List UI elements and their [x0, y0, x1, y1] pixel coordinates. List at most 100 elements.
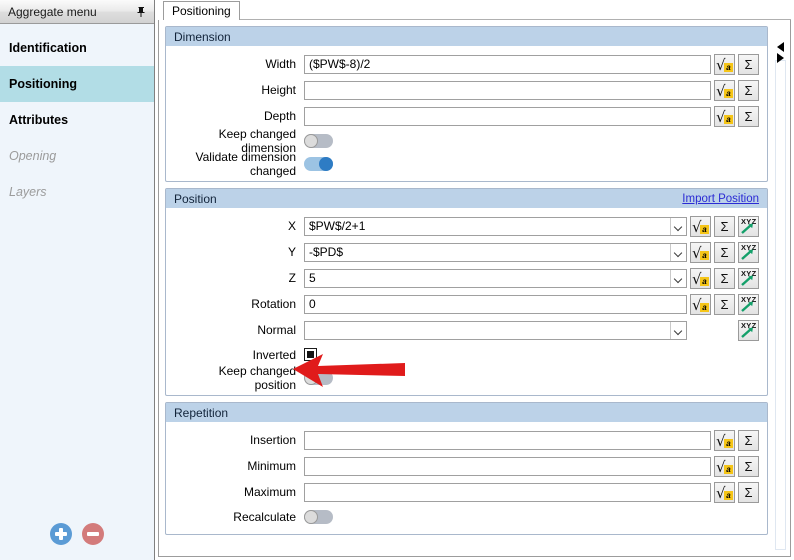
aggregate-properties-window: Aggregate menu Identification Positionin…: [0, 0, 794, 560]
formula-button[interactable]: √ a: [714, 481, 735, 503]
sum-button[interactable]: Σ: [738, 455, 759, 477]
height-input[interactable]: [304, 80, 711, 100]
add-button[interactable]: [50, 523, 72, 545]
dropdown-button[interactable]: [670, 243, 686, 261]
group-header-position: Position Import Position: [166, 189, 767, 208]
sigma-icon: Σ: [744, 108, 753, 124]
sum-button[interactable]: Σ: [738, 481, 759, 503]
normal-input[interactable]: [304, 320, 687, 340]
pick-coordinate-button[interactable]: XYZ: [738, 241, 759, 263]
toggle-row-keep-changed-position: Keep changed position: [174, 364, 759, 392]
formula-button[interactable]: √ a: [690, 215, 711, 237]
sum-button[interactable]: Σ: [738, 53, 759, 75]
tab-strip-filler: [239, 1, 791, 20]
sqrt-a-icon: √ a: [692, 245, 709, 260]
sidebar-item-attributes[interactable]: Attributes: [0, 102, 154, 138]
field-label: Y: [287, 245, 296, 259]
variable-a-badge: a: [700, 250, 709, 260]
sqrt-a-icon: √ a: [716, 459, 733, 474]
xyz-picker-icon: XYZ: [740, 217, 757, 234]
maximum-input[interactable]: [304, 482, 711, 502]
formula-button[interactable]: √ a: [690, 267, 711, 289]
formula-button[interactable]: √ a: [714, 105, 735, 127]
sidebar-item-list: Identification Positioning Attributes Op…: [0, 24, 154, 508]
sigma-icon: Σ: [720, 244, 729, 260]
x-input[interactable]: $PW$/2+1: [304, 216, 687, 236]
minus-icon: [87, 532, 99, 536]
dropdown-button[interactable]: [670, 321, 686, 339]
sigma-icon: Σ: [744, 82, 753, 98]
toggle-knob: [304, 509, 318, 524]
field-row-normal: Normal XYZ: [174, 317, 759, 343]
sidebar-item-label: Attributes: [9, 113, 69, 127]
green-arrow-icon: [741, 249, 753, 260]
green-arrow-icon: [741, 327, 753, 338]
pick-coordinate-button[interactable]: XYZ: [738, 319, 759, 341]
field-label: Normal: [257, 323, 296, 337]
keep-changed-position-toggle[interactable]: [304, 370, 333, 385]
toggle-row-validate-dimension-changed: Validate dimension changed: [174, 149, 759, 178]
sum-button[interactable]: Σ: [738, 105, 759, 127]
chevron-down-icon: [675, 328, 682, 332]
sidebar-item-identification[interactable]: Identification: [0, 30, 154, 66]
width-input[interactable]: ($PW$-8)/2: [304, 54, 711, 74]
checkbox-label: Inverted: [252, 347, 296, 362]
inverted-checkbox[interactable]: [304, 348, 317, 361]
sidebar-item-label: Opening: [9, 149, 57, 163]
vertical-scrollbar[interactable]: [775, 60, 786, 550]
y-input[interactable]: -$PD$: [304, 242, 687, 262]
chevron-right-icon: [776, 53, 784, 63]
formula-button[interactable]: √ a: [714, 79, 735, 101]
sum-button[interactable]: Σ: [714, 215, 735, 237]
formula-button[interactable]: √ a: [714, 455, 735, 477]
variable-a-badge: a: [724, 490, 733, 500]
variable-a-badge: a: [724, 114, 733, 124]
sum-button[interactable]: Σ: [738, 429, 759, 451]
sum-button[interactable]: Σ: [714, 267, 735, 289]
pick-coordinate-button[interactable]: XYZ: [738, 215, 759, 237]
minimum-input[interactable]: [304, 456, 711, 476]
variable-a-badge: a: [724, 438, 733, 448]
import-position-link[interactable]: Import Position: [682, 193, 759, 205]
keep-changed-dimension-toggle[interactable]: [304, 133, 333, 148]
sum-button[interactable]: Σ: [738, 79, 759, 101]
pick-coordinate-button[interactable]: XYZ: [738, 267, 759, 289]
z-input[interactable]: 5: [304, 268, 687, 288]
content-frame: Dimension Width ($PW$-8)/2 √ a Σ Height …: [158, 20, 791, 557]
collapse-expand-toggle[interactable]: [774, 42, 786, 63]
field-row-height: Height √ a Σ: [174, 77, 759, 103]
sqrt-a-icon: √ a: [716, 109, 733, 124]
pick-coordinate-button[interactable]: XYZ: [738, 293, 759, 315]
toggle-knob: [319, 156, 333, 171]
variable-a-badge: a: [724, 464, 733, 474]
variable-a-badge: a: [700, 224, 709, 234]
sidebar: Aggregate menu Identification Positionin…: [0, 0, 155, 560]
field-row-z: Z 5 √ a Σ XYZ: [174, 265, 759, 291]
insertion-input[interactable]: [304, 430, 711, 450]
green-arrow-icon: [741, 275, 753, 286]
field-row-insertion: Insertion √ a Σ: [174, 427, 759, 453]
remove-button[interactable]: [82, 523, 104, 545]
field-value: $PW$/2+1: [309, 219, 366, 233]
validate-dimension-changed-toggle[interactable]: [304, 156, 333, 171]
sidebar-item-positioning[interactable]: Positioning: [0, 66, 154, 102]
form-scroll-area: Dimension Width ($PW$-8)/2 √ a Σ Height …: [165, 26, 768, 552]
formula-button[interactable]: √ a: [714, 429, 735, 451]
sum-button[interactable]: Σ: [714, 241, 735, 263]
pin-icon[interactable]: [134, 5, 148, 19]
toggle-label: Validate dimension changed: [195, 149, 296, 178]
dropdown-button[interactable]: [670, 217, 686, 235]
formula-button[interactable]: √ a: [690, 293, 711, 315]
rotation-input[interactable]: 0: [304, 294, 687, 314]
dropdown-button[interactable]: [670, 269, 686, 287]
formula-button[interactable]: √ a: [714, 53, 735, 75]
formula-button[interactable]: √ a: [690, 241, 711, 263]
field-value: ($PW$-8)/2: [309, 57, 371, 71]
group-header-dimension: Dimension: [166, 27, 767, 46]
tab-positioning[interactable]: Positioning: [163, 1, 240, 20]
sidebar-item-label: Layers: [9, 185, 47, 199]
xyz-picker-icon: XYZ: [740, 295, 757, 312]
recalculate-toggle[interactable]: [304, 509, 333, 524]
depth-input[interactable]: [304, 106, 711, 126]
sum-button[interactable]: Σ: [714, 293, 735, 315]
